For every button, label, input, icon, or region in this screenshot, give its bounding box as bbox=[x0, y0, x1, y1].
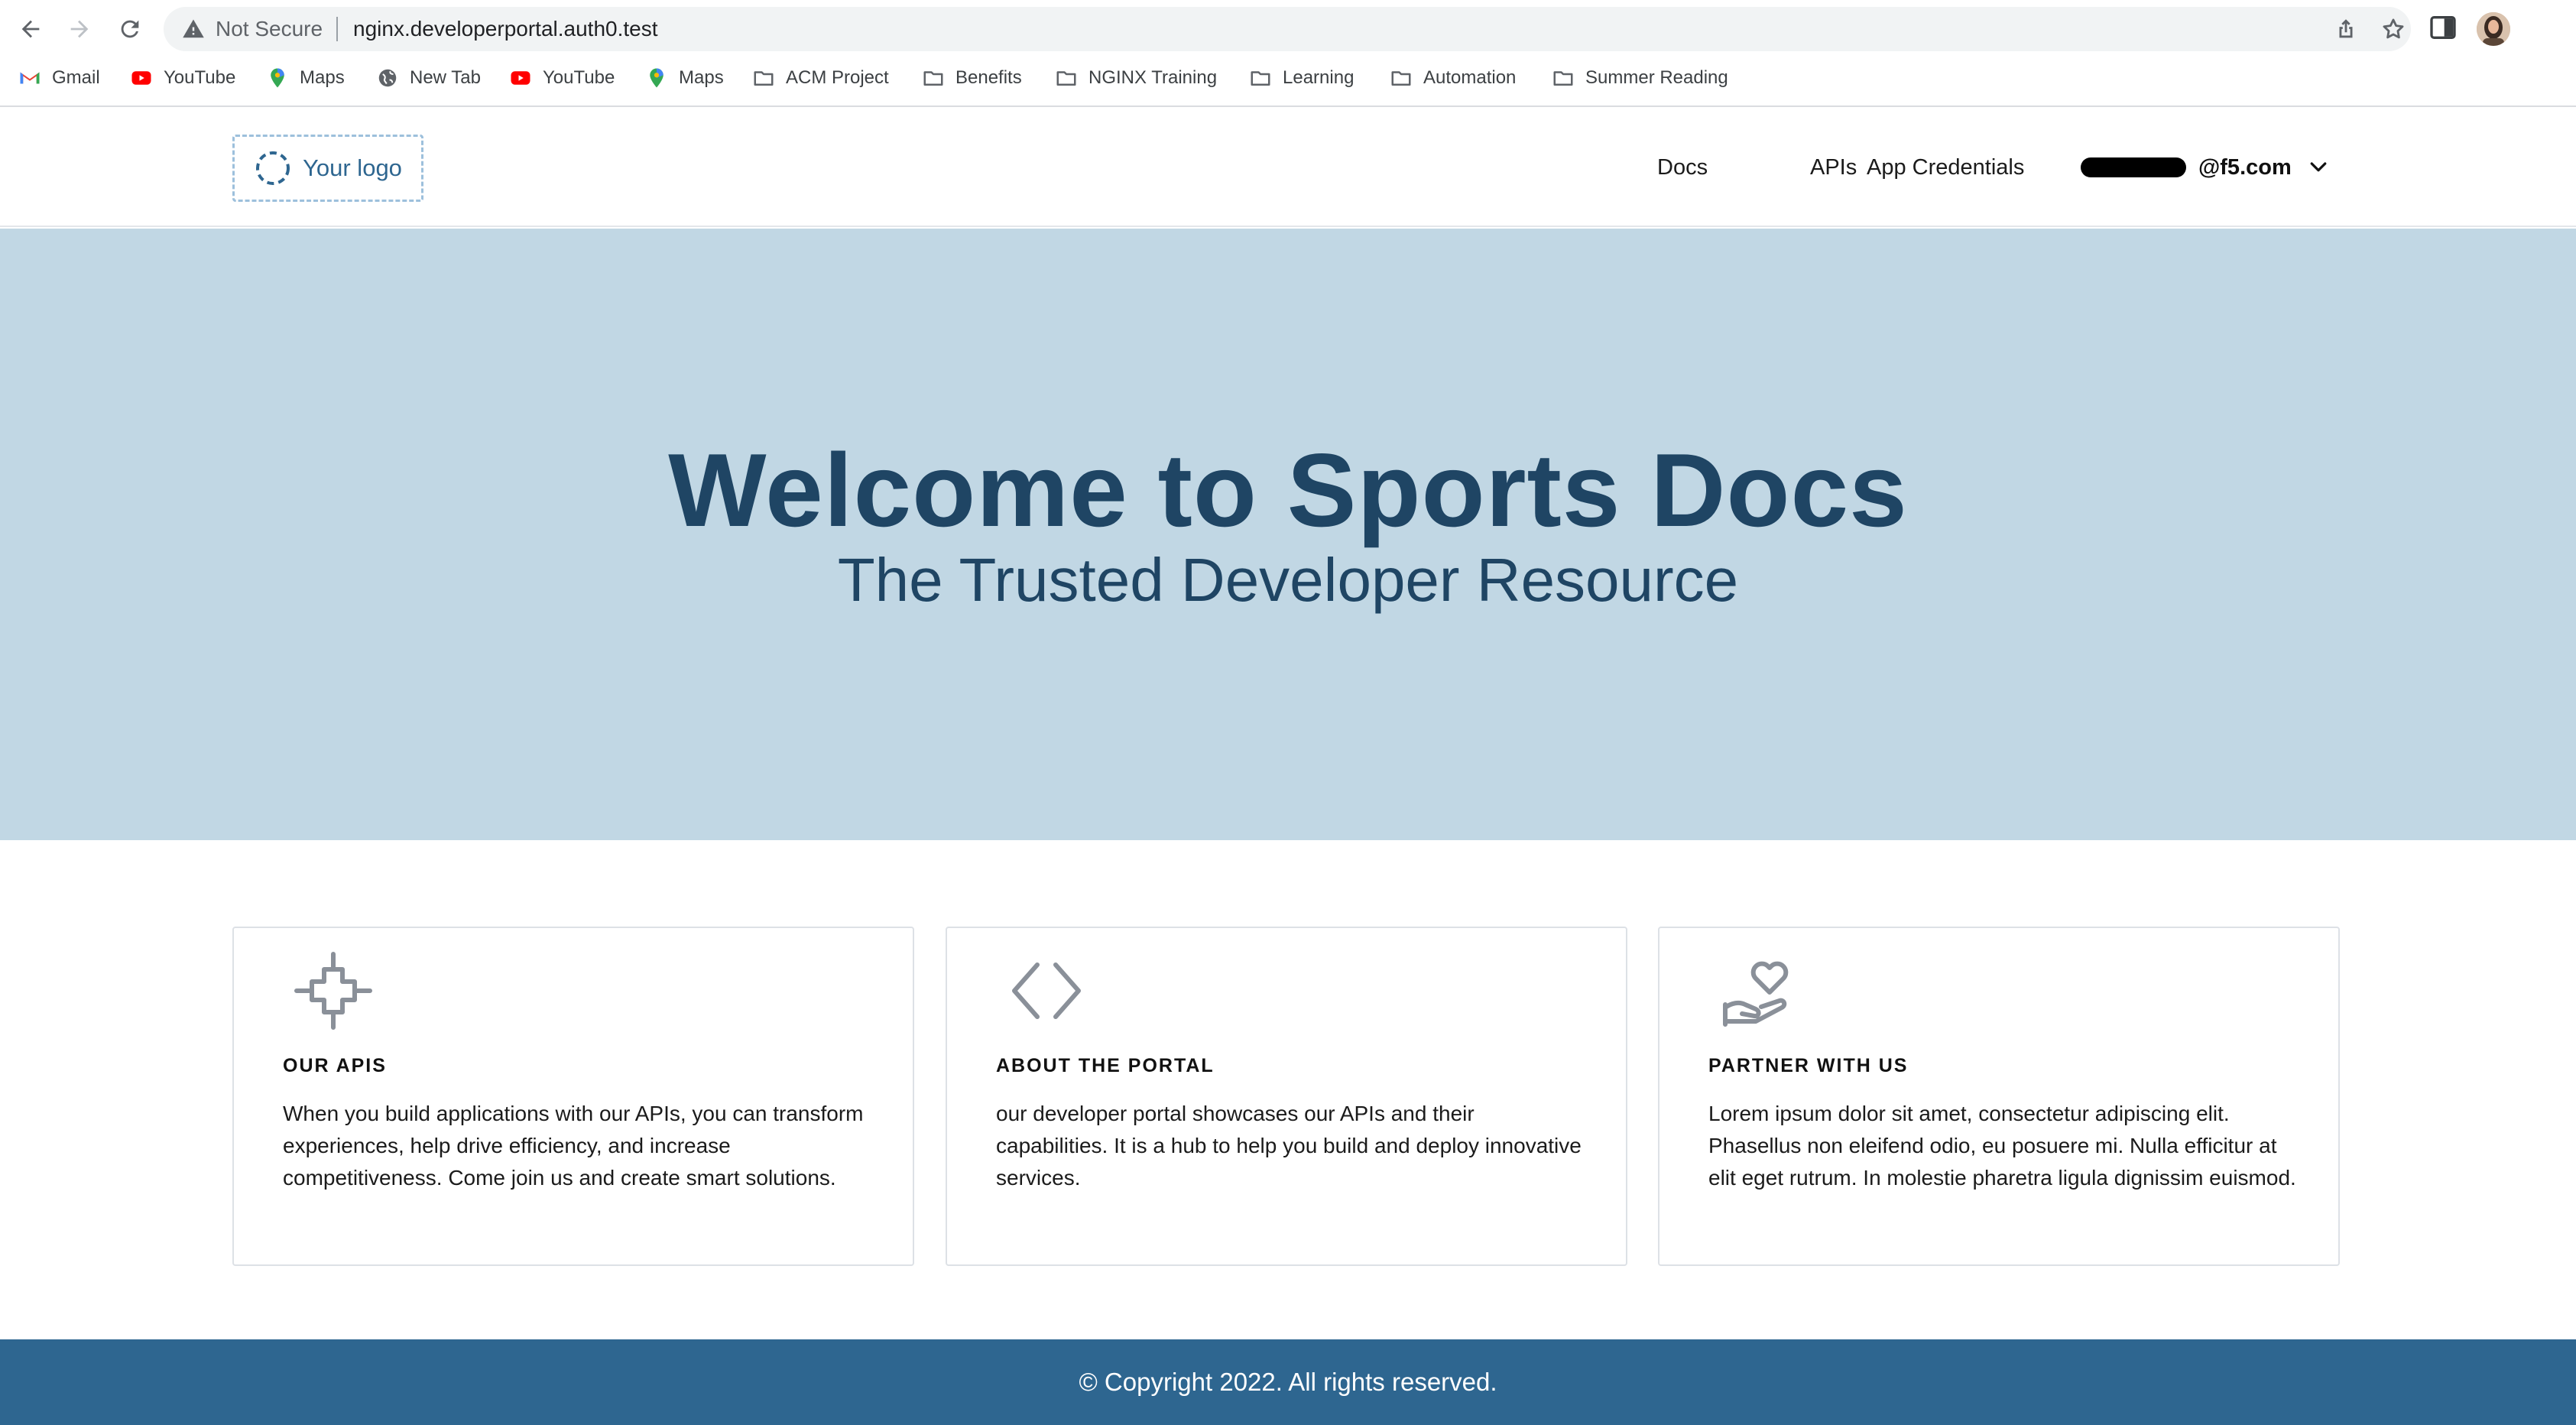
heart-hand-icon bbox=[1723, 961, 1789, 1027]
bookmark-label: Benefits bbox=[955, 67, 1022, 88]
globe-icon bbox=[378, 69, 397, 87]
user-email: @f5.com bbox=[2198, 154, 2292, 180]
folder-icon bbox=[754, 71, 774, 86]
bookmark-label: YouTube bbox=[164, 67, 236, 88]
browser-chrome: Not Secure nginx.developerportal.auth0.t… bbox=[0, 0, 2576, 107]
bookmark-youtube[interactable]: YouTube bbox=[130, 63, 235, 93]
card-title: ABOUT THE PORTAL bbox=[996, 1055, 1215, 1076]
folder-icon bbox=[1553, 71, 1573, 86]
arrow-right-icon bbox=[70, 20, 89, 38]
site-header: Your logo Docs APIs App Credentials @f5.… bbox=[0, 108, 2576, 227]
folder-icon bbox=[1056, 71, 1076, 86]
bookmark-gmail[interactable]: Gmail bbox=[18, 63, 100, 93]
crosshair-plus-icon bbox=[294, 952, 372, 1030]
card-title: PARTNER WITH US bbox=[1708, 1055, 1909, 1076]
bookmark-label: NGINX Training bbox=[1088, 67, 1218, 88]
bookmark-label: Maps bbox=[679, 67, 724, 88]
chevron-down-icon bbox=[2310, 162, 2327, 172]
star-bookmark-icon[interactable] bbox=[2380, 16, 2406, 42]
gmail-icon bbox=[20, 72, 40, 84]
reload-icon bbox=[121, 20, 139, 38]
bookmark-label: Learning bbox=[1283, 67, 1355, 88]
bookmark-label: Automation bbox=[1423, 67, 1517, 88]
hero-subtitle: The Trusted Developer Resource bbox=[837, 546, 1739, 614]
profile-avatar[interactable] bbox=[2477, 12, 2510, 46]
bookmark-folder-learning[interactable]: Learning bbox=[1249, 63, 1354, 93]
bookmark-folder-summer-reading[interactable]: Summer Reading bbox=[1552, 63, 1728, 93]
youtube-icon bbox=[511, 71, 530, 85]
nav-docs[interactable]: Docs bbox=[1657, 152, 1708, 183]
folder-icon bbox=[923, 71, 943, 86]
bookmark-label: Maps bbox=[300, 67, 345, 88]
hero-title: Welcome to Sports Docs bbox=[668, 432, 1908, 548]
bookmark-folder-nginx-training[interactable]: NGINX Training bbox=[1055, 63, 1217, 93]
side-panel-icon[interactable] bbox=[2428, 12, 2458, 43]
person-icon bbox=[2477, 12, 2510, 46]
card-body: When you build applications with our API… bbox=[283, 1102, 864, 1190]
site-logo[interactable]: Your logo bbox=[232, 135, 423, 202]
nav-app-credentials[interactable]: App Credentials bbox=[1867, 152, 2024, 183]
warning-icon bbox=[183, 19, 204, 38]
card-partner-with-us: PARTNER WITH US Lorem ipsum dolor sit am… bbox=[1658, 927, 2340, 1266]
share-icon[interactable] bbox=[2333, 16, 2359, 42]
nav-apis[interactable]: APIs bbox=[1810, 152, 1857, 183]
arrow-left-icon bbox=[21, 20, 40, 38]
bookmark-maps-2[interactable]: Maps bbox=[645, 63, 724, 93]
bookmark-youtube-2[interactable]: YouTube bbox=[509, 63, 615, 93]
card-title: OUR APIS bbox=[283, 1055, 387, 1076]
bookmark-folder-benefits[interactable]: Benefits bbox=[922, 63, 1022, 93]
bookmark-label: New Tab bbox=[410, 67, 481, 88]
folder-icon bbox=[1251, 71, 1270, 86]
logo-text: Your logo bbox=[303, 154, 402, 181]
bookmarks-bar: Gmail YouTube Maps New Tab YouTube Maps … bbox=[0, 63, 2576, 93]
site-footer: © Copyright 2022. All rights reserved. bbox=[0, 1339, 2576, 1425]
bookmark-label: Summer Reading bbox=[1585, 67, 1728, 88]
bookmark-maps[interactable]: Maps bbox=[266, 63, 345, 93]
redacted-username bbox=[2081, 157, 2186, 177]
code-brackets-icon bbox=[1012, 962, 1081, 1019]
omnibox-divider bbox=[336, 17, 338, 41]
card-about-the-portal: ABOUT THE PORTAL our developer portal sh… bbox=[946, 927, 1627, 1266]
bookmark-folder-automation[interactable]: Automation bbox=[1390, 63, 1516, 93]
card-body: our developer portal showcases our APIs … bbox=[996, 1102, 1582, 1190]
bookmark-label: ACM Project bbox=[786, 67, 889, 88]
copyright-text: © Copyright 2022. All rights reserved. bbox=[1079, 1368, 1497, 1396]
maps-icon bbox=[650, 68, 663, 88]
hero-banner: Welcome to Sports Docs The Trusted Devel… bbox=[0, 229, 2576, 840]
bookmark-new-tab[interactable]: New Tab bbox=[376, 63, 481, 93]
card-body: Lorem ipsum dolor sit amet, consectetur … bbox=[1708, 1102, 2296, 1190]
user-menu[interactable]: @f5.com bbox=[2081, 152, 2330, 183]
card-our-apis: OUR APIS When you build applications wit… bbox=[232, 927, 914, 1266]
logo-placeholder-icon bbox=[256, 151, 290, 185]
folder-icon bbox=[1391, 71, 1411, 86]
bookmark-label: Gmail bbox=[52, 67, 100, 88]
back-button[interactable] bbox=[14, 12, 47, 46]
bookmark-folder-acm-project[interactable]: ACM Project bbox=[752, 63, 889, 93]
forward-button[interactable] bbox=[63, 12, 96, 46]
security-label[interactable]: Not Secure bbox=[216, 16, 323, 42]
address-bar[interactable]: Not Secure nginx.developerportal.auth0.t… bbox=[164, 7, 2411, 51]
bookmark-label: YouTube bbox=[543, 67, 615, 88]
maps-icon bbox=[271, 68, 284, 88]
youtube-icon bbox=[131, 71, 151, 85]
reload-button[interactable] bbox=[113, 12, 147, 46]
url-text[interactable]: nginx.developerportal.auth0.test bbox=[353, 16, 658, 42]
